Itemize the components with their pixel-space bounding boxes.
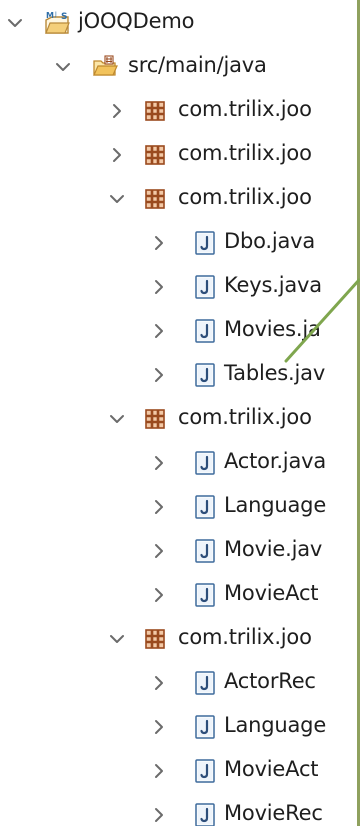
- chevron-right-icon[interactable]: [108, 146, 126, 164]
- source-folder-icon: [92, 54, 118, 80]
- file-label: Movies.ja: [224, 317, 321, 341]
- chevron-right-icon[interactable]: [150, 806, 168, 824]
- java-file-icon: [192, 538, 218, 564]
- tree-item-file[interactable]: MovieAct: [0, 573, 360, 617]
- file-label: MovieRec: [224, 801, 323, 825]
- java-file-icon: [192, 714, 218, 740]
- package-icon: [142, 406, 168, 432]
- java-file-icon: [192, 802, 218, 826]
- file-label: Dbo.java: [224, 229, 316, 253]
- tree-item-file[interactable]: Actor.java: [0, 441, 360, 485]
- chevron-right-icon[interactable]: [150, 234, 168, 252]
- file-label: Movie.jav: [224, 537, 323, 561]
- package-icon: [142, 98, 168, 124]
- svg-text:M: M: [46, 11, 54, 20]
- tree-item-source-folder[interactable]: src/main/java: [0, 45, 360, 89]
- chevron-right-icon[interactable]: [150, 674, 168, 692]
- tree-item-file[interactable]: ActorRec: [0, 661, 360, 705]
- package-icon: [142, 626, 168, 652]
- svg-text:S: S: [61, 12, 67, 22]
- tree-item-file[interactable]: Language: [0, 485, 360, 529]
- chevron-right-icon[interactable]: [150, 498, 168, 516]
- chevron-right-icon[interactable]: [150, 322, 168, 340]
- file-label: MovieAct: [224, 757, 319, 781]
- file-label: Language: [224, 713, 327, 737]
- tree-item-file[interactable]: MovieAct: [0, 749, 360, 793]
- tree-item-file[interactable]: Tables.jav: [0, 353, 360, 397]
- tree-item-file[interactable]: Movies.ja: [0, 309, 360, 353]
- chevron-right-icon[interactable]: [150, 586, 168, 604]
- source-folder-label: src/main/java: [128, 53, 267, 77]
- java-file-icon: [192, 494, 218, 520]
- java-file-icon: [192, 230, 218, 256]
- package-label: com.trilix.joo: [178, 185, 312, 209]
- svg-text:J: J: [54, 11, 57, 18]
- java-file-icon: [192, 274, 218, 300]
- file-label: Keys.java: [224, 273, 322, 297]
- java-file-icon: [192, 758, 218, 784]
- package-label: com.trilix.joo: [178, 141, 312, 165]
- tree-item-file[interactable]: Movie.jav: [0, 529, 360, 573]
- package-icon: [142, 186, 168, 212]
- chevron-right-icon[interactable]: [150, 454, 168, 472]
- package-label: com.trilix.joo: [178, 405, 312, 429]
- tree-item-file[interactable]: Language: [0, 705, 360, 749]
- file-label: Actor.java: [224, 449, 327, 473]
- tree-item-package[interactable]: com.trilix.joo: [0, 397, 360, 441]
- tree-item-file[interactable]: Keys.java: [0, 265, 360, 309]
- tree-item-project[interactable]: M S JjOOQDemo: [0, 1, 360, 45]
- chevron-down-icon[interactable]: [54, 58, 72, 76]
- chevron-right-icon[interactable]: [108, 102, 126, 120]
- java-project-icon: MSJ: [44, 10, 70, 36]
- tree-item-package[interactable]: com.trilix.joo: [0, 617, 360, 661]
- chevron-right-icon[interactable]: [150, 366, 168, 384]
- java-file-icon: [192, 362, 218, 388]
- chevron-down-icon[interactable]: [108, 190, 126, 208]
- project-label: jOOQDemo: [78, 9, 195, 33]
- file-label: ActorRec: [224, 669, 316, 693]
- java-file-icon: [192, 450, 218, 476]
- tree-item-file[interactable]: MovieRec: [0, 793, 360, 826]
- file-label: Tables.jav: [224, 361, 326, 385]
- chevron-down-icon[interactable]: [108, 630, 126, 648]
- chevron-right-icon[interactable]: [150, 542, 168, 560]
- tree-item-file[interactable]: Dbo.java: [0, 221, 360, 265]
- java-file-icon: [192, 582, 218, 608]
- package-explorer-tree: M S JjOOQDemo src/main/java com.trilix.joo co…: [0, 0, 360, 826]
- java-file-icon: [192, 318, 218, 344]
- chevron-down-icon[interactable]: [108, 410, 126, 428]
- tree-item-package[interactable]: com.trilix.joo: [0, 133, 360, 177]
- chevron-right-icon[interactable]: [150, 278, 168, 296]
- file-label: MovieAct: [224, 581, 319, 605]
- package-label: com.trilix.joo: [178, 97, 312, 121]
- tree-item-package[interactable]: com.trilix.joo: [0, 89, 360, 133]
- chevron-right-icon[interactable]: [150, 762, 168, 780]
- file-label: Language: [224, 493, 327, 517]
- chevron-down-icon[interactable]: [6, 14, 24, 32]
- tree-item-package[interactable]: com.trilix.joo: [0, 177, 360, 221]
- package-icon: [142, 142, 168, 168]
- java-file-icon: [192, 670, 218, 696]
- package-label: com.trilix.joo: [178, 625, 312, 649]
- chevron-right-icon[interactable]: [150, 718, 168, 736]
